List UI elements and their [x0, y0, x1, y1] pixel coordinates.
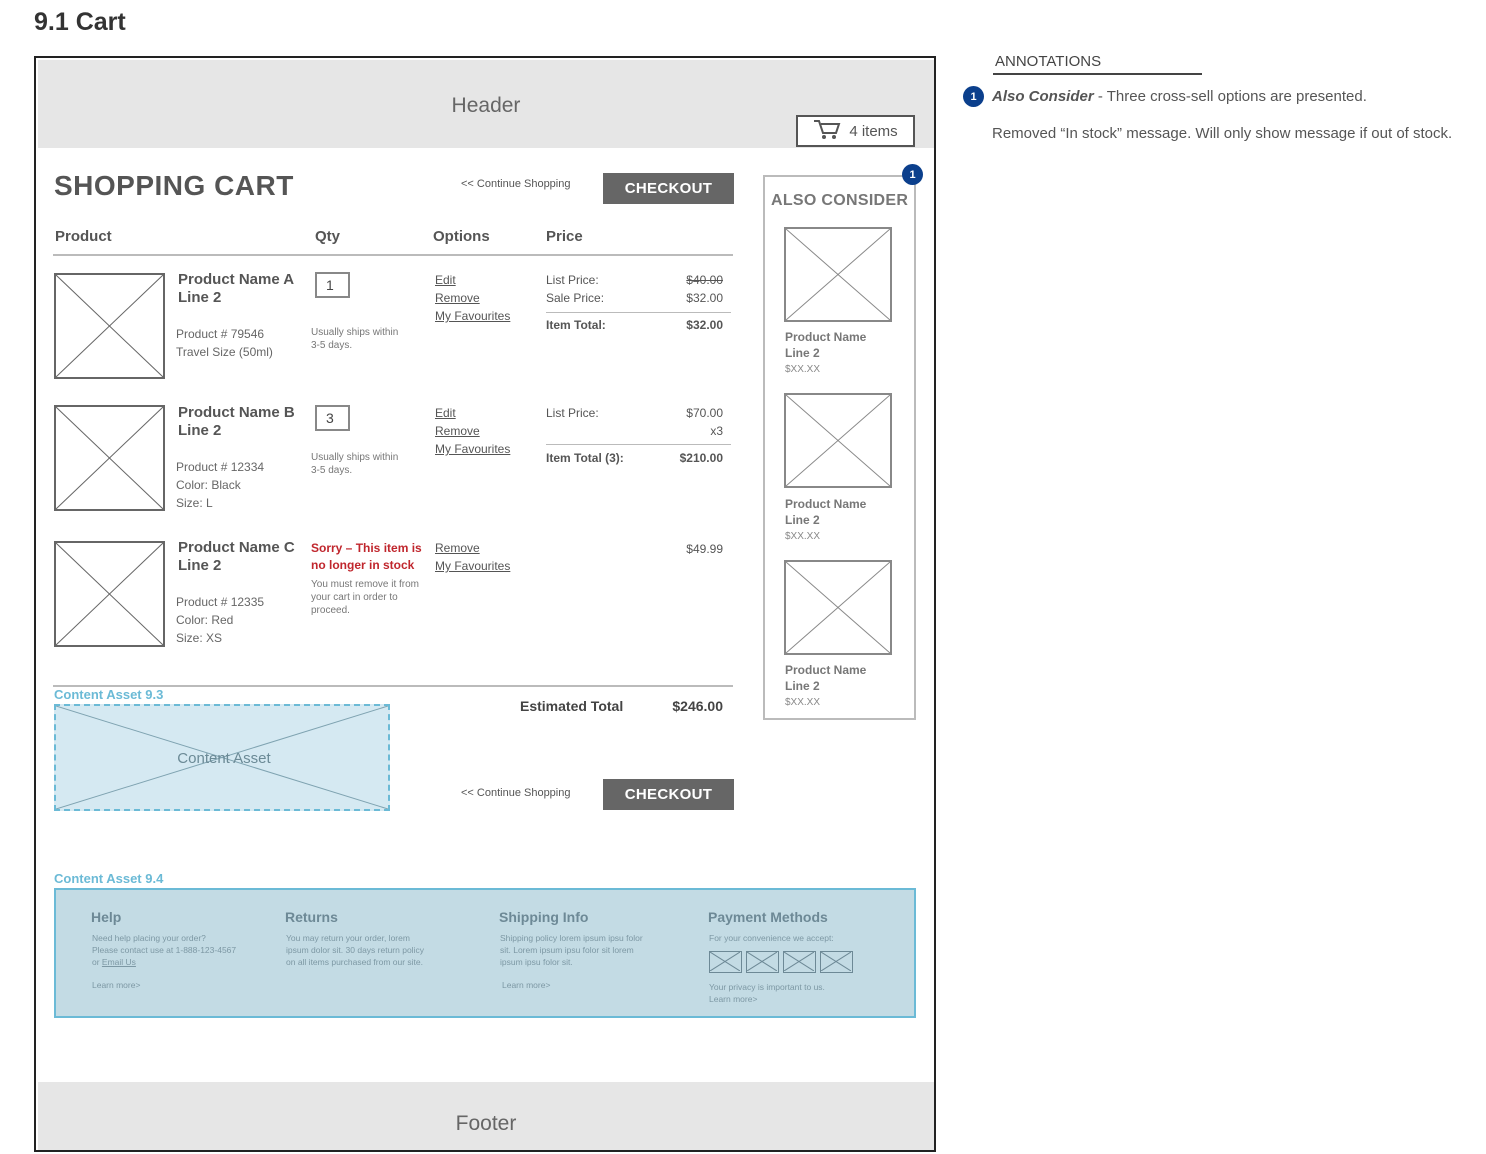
payment-methods-title: Payment Methods — [708, 909, 828, 925]
my-favourites-link[interactable]: My Favourites — [435, 307, 510, 325]
payment-icons — [709, 951, 853, 973]
shipping-info-title: Shipping Info — [499, 909, 589, 925]
cross-sell-name[interactable]: Product Name Line 2 — [785, 662, 866, 694]
cross-sell-name[interactable]: Product Name Line 2 — [785, 329, 866, 361]
content-asset-label: Content Asset 9.3 — [54, 687, 164, 702]
payment-learn-more-link[interactable]: Learn more> — [709, 993, 825, 1005]
mini-cart-button[interactable]: 4 items — [796, 115, 915, 147]
product-image-placeholder[interactable] — [54, 273, 165, 379]
column-header-price: Price — [546, 228, 583, 245]
also-consider-title: ALSO CONSIDER — [771, 192, 909, 209]
remove-link[interactable]: Remove — [435, 539, 510, 557]
list-price-label: List Price: — [546, 273, 599, 287]
product-name[interactable]: Product Name C Line 2 — [178, 539, 295, 575]
list-price-label: List Price: — [546, 406, 599, 420]
cross-sell-price: $XX.XX — [785, 697, 821, 708]
product-image-placeholder[interactable] — [54, 405, 165, 511]
column-header-product: Product — [55, 228, 112, 245]
item-total-label: Item Total (3): — [546, 451, 624, 465]
help-learn-more-link[interactable]: Learn more> — [92, 979, 140, 991]
cross-sell-name[interactable]: Product Name Line 2 — [785, 496, 866, 528]
cross-sell-image[interactable] — [784, 560, 892, 655]
header-divider — [53, 254, 733, 256]
sale-price-label: Sale Price: — [546, 291, 605, 305]
payment-card-icon — [709, 951, 742, 973]
out-of-stock-message: Sorry – This item is no longer in stock — [311, 541, 422, 572]
my-favourites-link[interactable]: My Favourites — [435, 557, 510, 575]
cart-count: 4 items — [849, 122, 898, 140]
estimated-total-value: $246.00 — [672, 698, 723, 714]
returns-text: You may return your order, lorem ipsum d… — [286, 933, 424, 967]
annotation-note: Removed “In stock” message. Will only sh… — [992, 125, 1453, 142]
product-meta: Product # 12335 Color: Red Size: XS — [176, 595, 265, 645]
continue-shopping-link-top[interactable]: << Continue Shopping — [461, 178, 570, 190]
cross-sell-price: $XX.XX — [785, 531, 821, 542]
payment-card-icon — [746, 951, 779, 973]
shipping-learn-more-link[interactable]: Learn more> — [502, 979, 550, 991]
cross-sell-image[interactable] — [784, 393, 892, 488]
quantity-multiplier: x3 — [710, 424, 723, 438]
price-divider — [546, 312, 731, 313]
item-options: Remove My Favourites — [435, 539, 510, 575]
content-asset-text: Content Asset — [177, 750, 271, 767]
out-of-stock-note: You must remove it from your cart in orde… — [311, 579, 420, 616]
estimated-total-label: Estimated Total — [520, 698, 624, 714]
payment-privacy: Your privacy is important to us. Learn m… — [709, 982, 825, 1005]
page-title: 9.1 Cart — [34, 8, 126, 36]
list-price-value: $70.00 — [686, 406, 723, 420]
item-total-label: Item Total: — [546, 318, 606, 332]
product-name[interactable]: Product Name A Line 2 — [178, 271, 294, 307]
annotations-underline — [993, 73, 1202, 75]
annotation-badge: 1 — [902, 164, 923, 185]
column-header-qty: Qty — [315, 228, 341, 245]
product-meta: Product # 12334 Color: Black Size: L — [176, 460, 265, 510]
shipping-info-text: Shipping policy lorem ipsum ipsu folor s… — [500, 933, 643, 967]
item-options: Edit Remove My Favourites — [435, 404, 510, 458]
annotations-title: ANNOTATIONS — [995, 53, 1102, 70]
product-name[interactable]: Product Name B Line 2 — [178, 404, 295, 440]
shopping-cart-icon — [813, 118, 841, 144]
cross-sell-image[interactable] — [784, 227, 892, 322]
checkout-button-bottom[interactable]: CHECKOUT — [603, 779, 734, 810]
edit-link[interactable]: Edit — [435, 271, 510, 289]
item-total-value: $210.00 — [679, 451, 723, 465]
quantity-input[interactable]: 1 — [315, 272, 350, 298]
price-divider — [546, 444, 731, 445]
my-favourites-link[interactable]: My Favourites — [435, 440, 510, 458]
help-text: Need help placing your order? Please con… — [92, 933, 237, 967]
email-us-link[interactable]: Email Us — [102, 957, 136, 967]
item-total-value: $32.00 — [686, 318, 723, 332]
returns-title: Returns — [285, 909, 338, 925]
annotation-badge: 1 — [963, 86, 984, 107]
cross-sell-price: $XX.XX — [785, 364, 821, 375]
help-title: Help — [91, 909, 122, 925]
payment-card-icon — [820, 951, 853, 973]
remove-link[interactable]: Remove — [435, 422, 510, 440]
shipping-note: Usually ships within 3-5 days. — [311, 452, 399, 476]
payment-card-icon — [783, 951, 816, 973]
edit-link[interactable]: Edit — [435, 404, 510, 422]
sale-price-value: $32.00 — [686, 291, 723, 305]
continue-shopping-link-bottom[interactable]: << Continue Shopping — [461, 787, 570, 799]
item-price: $49.99 — [686, 542, 723, 556]
annotation-item: Also Consider - Three cross-sell options… — [992, 88, 1367, 105]
product-meta: Product # 79546 Travel Size (50ml) — [176, 327, 273, 359]
quantity-input[interactable]: 3 — [315, 405, 350, 431]
checkout-button-top[interactable]: CHECKOUT — [603, 173, 734, 204]
item-options: Edit Remove My Favourites — [435, 271, 510, 325]
cart-title: SHOPPING CART — [54, 170, 294, 201]
remove-link[interactable]: Remove — [435, 289, 510, 307]
list-price-value: $40.00 — [686, 273, 723, 287]
footer-label: Footer — [455, 1112, 517, 1135]
shipping-note: Usually ships within 3-5 days. — [311, 327, 399, 351]
payment-intro: For your convenience we accept: — [709, 933, 834, 943]
product-image-placeholder[interactable] — [54, 541, 165, 647]
column-header-options: Options — [433, 228, 490, 245]
content-asset-label: Content Asset 9.4 — [54, 871, 164, 886]
